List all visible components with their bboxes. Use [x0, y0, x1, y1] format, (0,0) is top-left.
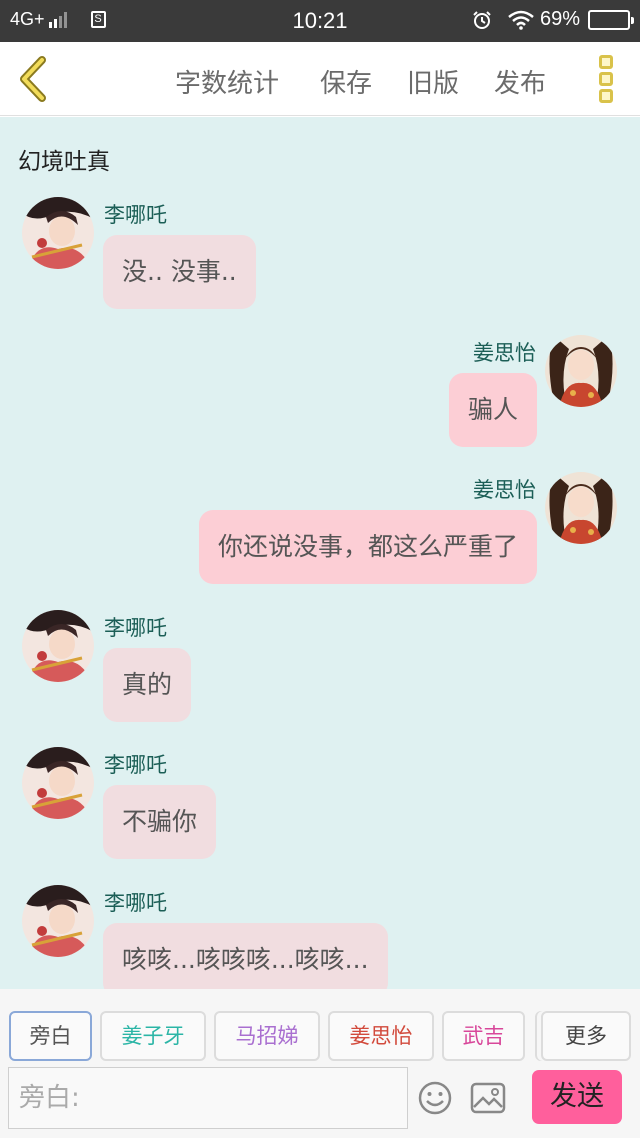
nezha-avatar[interactable] — [22, 747, 94, 819]
wifi-icon — [508, 10, 534, 30]
message-bubble[interactable]: 你还说没事，都这么严重了 — [198, 510, 537, 584]
chat-area[interactable]: 幻境吐真 李哪吒 没.. 没事.. 姜思怡 骗人 姜思怡 你还说没事，都这么严重了 李哪吒真… — [0, 117, 640, 989]
vertical-dots-icon[interactable] — [595, 55, 617, 107]
chat-title: 幻境吐真 — [18, 149, 110, 175]
character-tab-wuji[interactable]: 武吉 — [442, 1011, 525, 1061]
nezha-avatar[interactable] — [22, 610, 94, 682]
sender-name: 姜思怡 — [473, 478, 536, 502]
alarm-icon — [473, 10, 491, 29]
character-tab-narrator[interactable]: 旁白 — [9, 1011, 92, 1061]
send-button[interactable]: 发送 — [532, 1070, 622, 1124]
smiley-icon[interactable] — [417, 1080, 453, 1116]
character-tab-jiangziya[interactable]: 姜子牙 — [100, 1011, 206, 1061]
jiangsiyi-avatar[interactable] — [545, 472, 617, 544]
nezha-avatar[interactable] — [22, 197, 94, 269]
sender-name: 李哪吒 — [104, 891, 167, 915]
sender-name: 李哪吒 — [104, 753, 167, 777]
nezha-avatar[interactable] — [22, 885, 94, 957]
battery-icon — [588, 9, 634, 30]
message-bubble[interactable]: 真的 — [103, 648, 192, 722]
character-tab-jiangsiyi[interactable]: 姜思怡 — [328, 1011, 434, 1061]
message-bubble[interactable]: 没.. 没事.. — [103, 235, 256, 309]
status-right: 69% — [472, 8, 634, 31]
sender-name: 李哪吒 — [104, 203, 167, 227]
word-count-button[interactable]: 字数统计 — [175, 63, 279, 100]
more-characters-button[interactable]: 更多 — [541, 1011, 631, 1061]
sender-name: 李哪吒 — [104, 616, 167, 640]
message-bubble[interactable]: 不骗你 — [103, 785, 217, 859]
status-bar: 4G+ S 10:21 69% — [0, 0, 640, 42]
publish-button[interactable]: 发布 — [494, 63, 546, 100]
battery-percent: 69% — [539, 8, 580, 30]
jiangsiyi-avatar[interactable] — [545, 335, 617, 407]
old-version-button[interactable]: 旧版 — [407, 63, 459, 100]
message-bubble[interactable]: 骗人 — [448, 373, 537, 447]
message-bubble[interactable]: 咳咳...咳咳咳...咳咳... — [103, 923, 388, 989]
character-tab-mazhaodi[interactable]: 马招娣 — [214, 1011, 320, 1061]
composer-panel: 旁白 姜子牙 马招娣 姜思怡 武吉 更多 旁白: 发送 — [0, 989, 640, 1138]
message-input[interactable]: 旁白: — [8, 1067, 408, 1129]
save-button[interactable]: 保存 — [320, 63, 372, 100]
sender-name: 姜思怡 — [473, 341, 536, 365]
image-icon[interactable] — [470, 1081, 506, 1115]
chevron-left-icon[interactable] — [14, 56, 54, 102]
editor-toolbar: 字数统计 保存 旧版 发布 — [0, 42, 640, 116]
